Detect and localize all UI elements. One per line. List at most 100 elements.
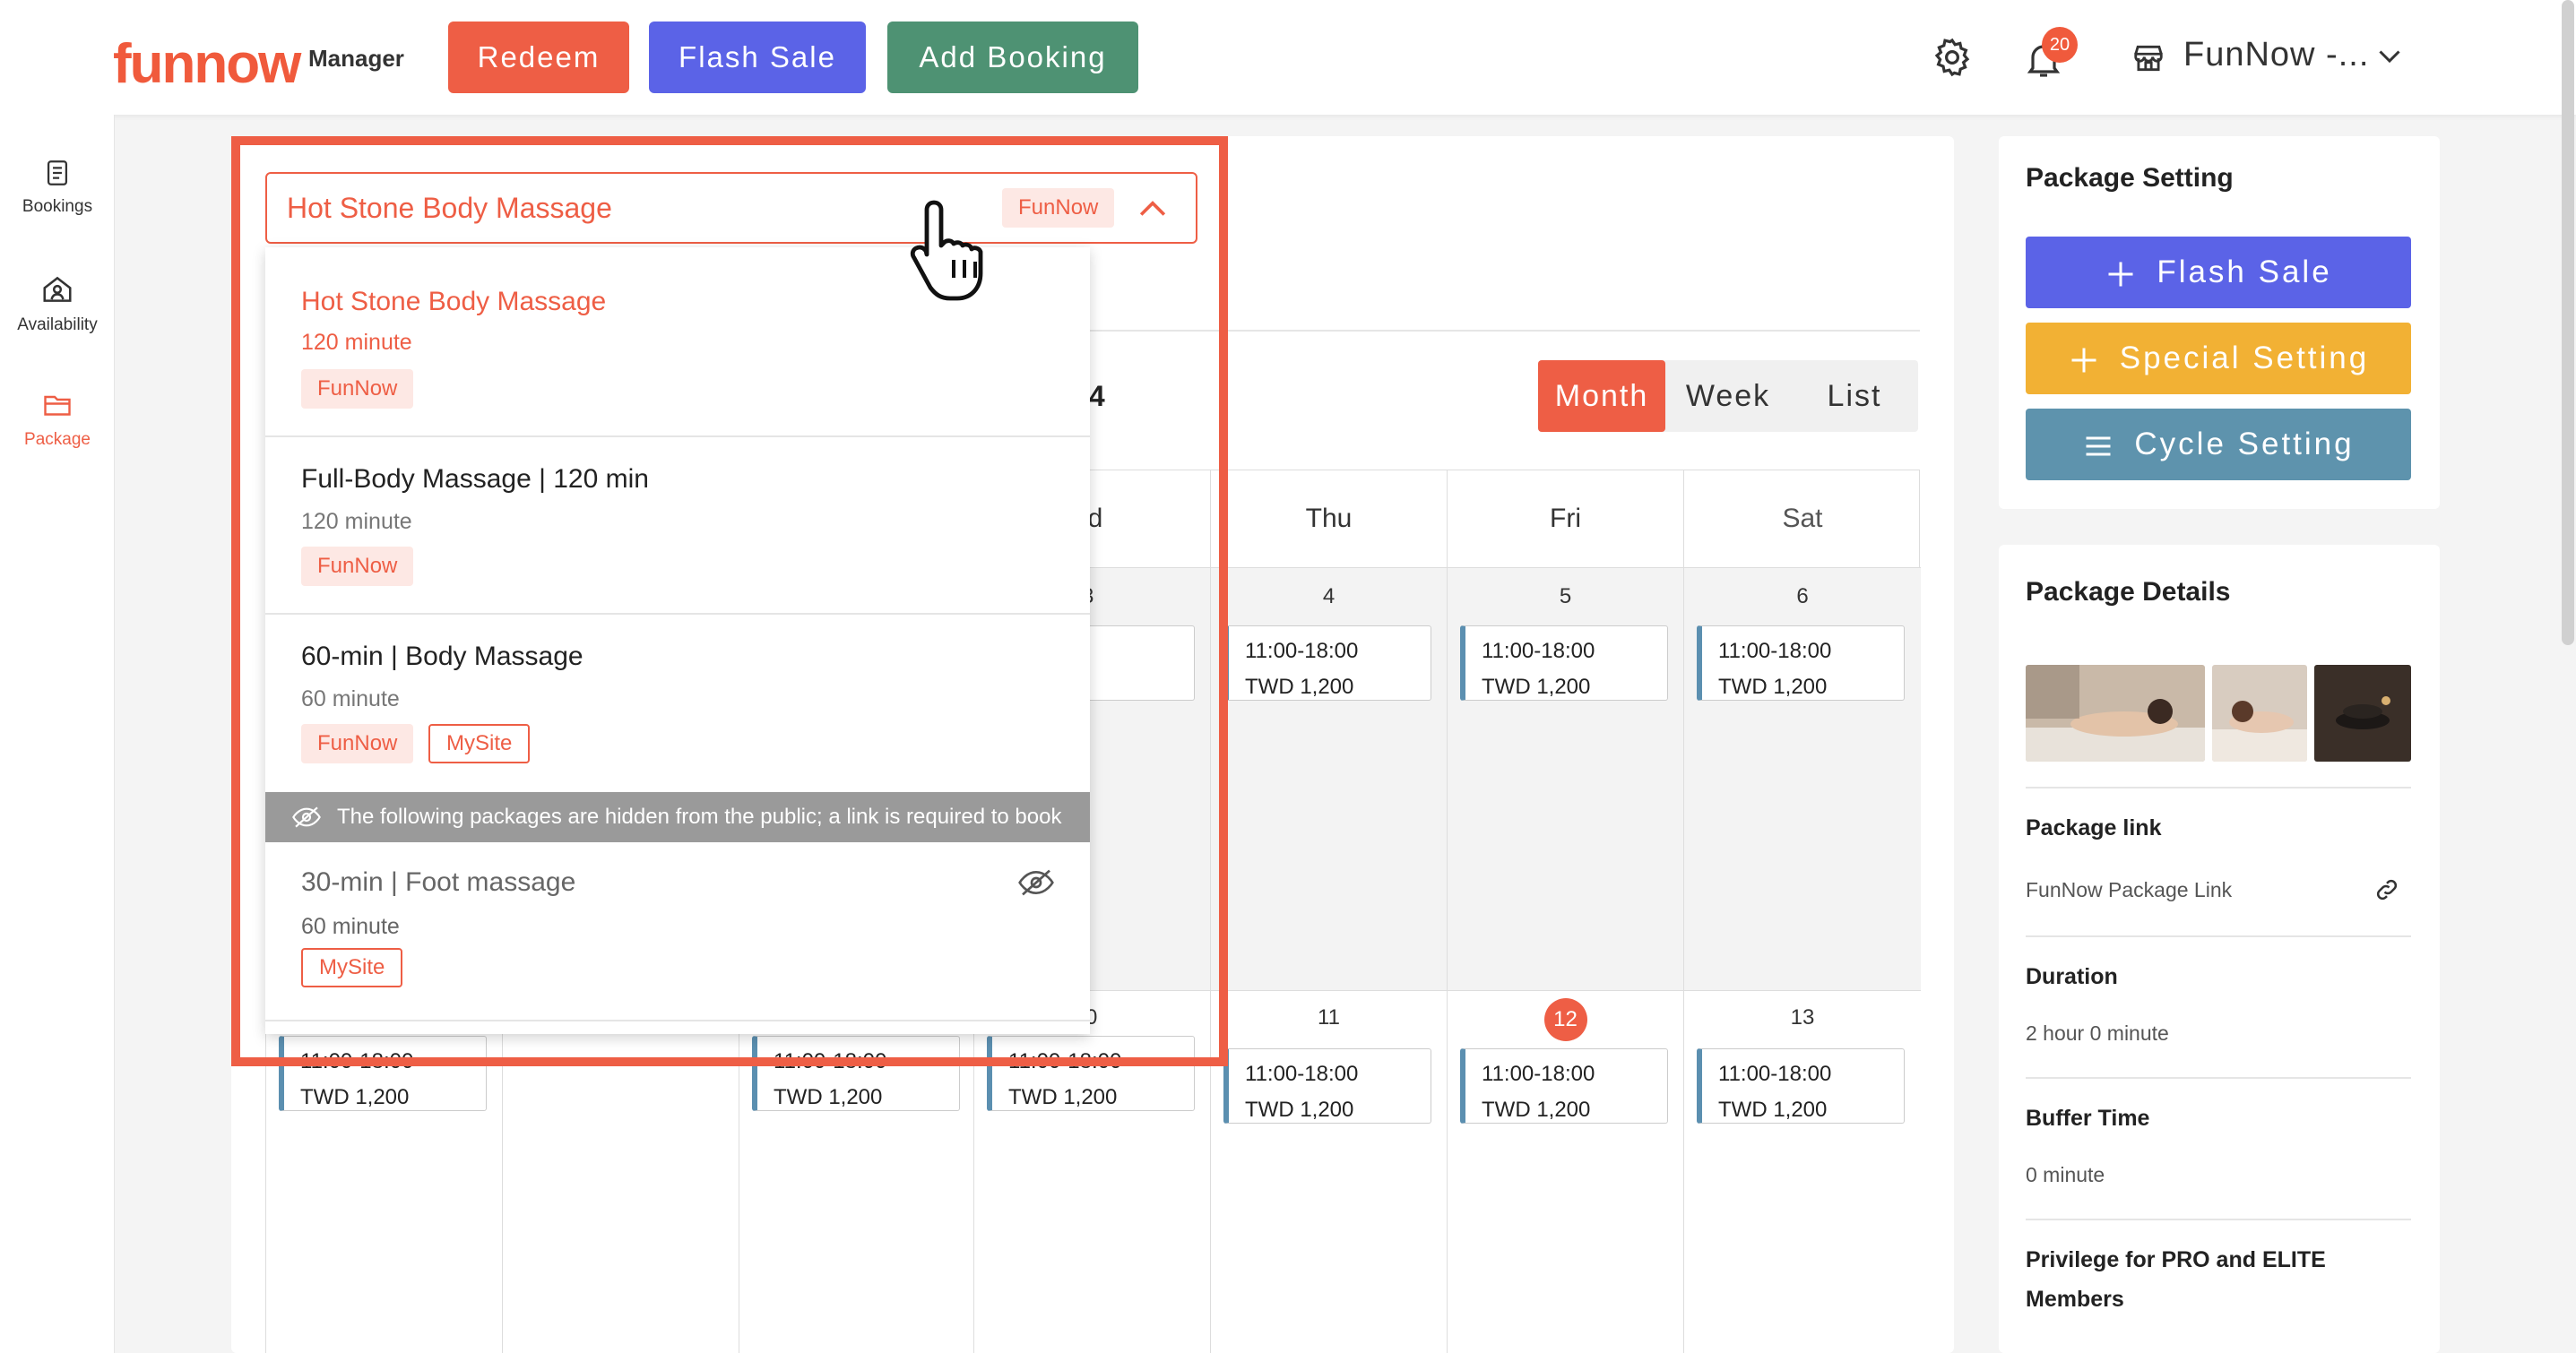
buffer-time-value: 0 minute [2026, 1163, 2105, 1186]
privilege-label: Privilege for PRO and ELITE [2026, 1247, 2326, 1272]
platform-tag-mysite: MySite [301, 948, 403, 987]
view-toggle: Month Week List [1538, 360, 1918, 432]
document-icon [47, 160, 68, 185]
calendar-day-cell[interactable]: 11 11:00-18:00 TWD 1,200 [1211, 990, 1448, 1353]
package-photo-massage[interactable] [2026, 665, 2205, 762]
package-option-name: Full-Body Massage | 120 min [301, 464, 649, 494]
time-slot[interactable]: 11:00-18:00 TWD 1,200 [1697, 1048, 1905, 1124]
link-icon[interactable] [2373, 876, 2400, 903]
hidden-notice-text: The following packages are hidden from t… [337, 805, 1062, 829]
slot-price: TWD 1,200 [1245, 675, 1354, 699]
calendar-day-cell[interactable]: 13 11:00-18:00 TWD 1,200 [1684, 990, 1921, 1353]
pointer-cursor-icon [910, 200, 983, 301]
slot-time: 11:00-18:00 [1245, 639, 1359, 663]
funnow-logo[interactable]: funnow [113, 32, 301, 96]
sidebar-item-availability[interactable]: Availability [0, 272, 115, 335]
package-option-duration: 60 minute [301, 686, 400, 711]
hidden-packages-notice: The following packages are hidden from t… [265, 792, 1090, 842]
redeem-button[interactable]: Redeem [448, 22, 629, 93]
divider [2026, 1077, 2411, 1079]
slot-price: TWD 1,200 [1008, 1085, 1118, 1109]
today-day-number: 12 [1543, 998, 1587, 1041]
page-scrollbar[interactable] [2562, 0, 2574, 645]
home-person-icon [43, 276, 72, 302]
package-setting-title: Package Setting [2026, 163, 2234, 193]
slot-price: TWD 1,200 [774, 1085, 883, 1109]
top-bar: funnow Manager Redeem Flash Sale Add Boo… [0, 0, 2576, 115]
slot-time: 11:00-18:00 [1482, 1062, 1595, 1086]
chevron-up-icon[interactable] [1133, 190, 1172, 229]
divider [2026, 1219, 2411, 1220]
slot-time: 11:00-18:00 [1245, 1062, 1359, 1086]
day-number: 5 [1559, 584, 1572, 608]
platform-tag: FunNow [301, 724, 414, 763]
view-month-button[interactable]: Month [1538, 360, 1665, 432]
special-setting-button[interactable]: Special Setting [2026, 323, 2411, 394]
package-dropdown-menu: Hot Stone Body Massage 120 minute FunNow… [265, 247, 1090, 1034]
package-option-hidden[interactable]: 30-min | Foot massage 60 minute MySite [265, 842, 1090, 1021]
sidebar-item-label: Bookings [22, 197, 93, 216]
package-photo-spa[interactable] [2212, 665, 2307, 762]
cycle-setting-button[interactable]: Cycle Setting [2026, 409, 2411, 480]
divider [2026, 787, 2411, 789]
eye-off-icon [292, 806, 321, 828]
calendar-day-cell[interactable]: 4 11:00-18:00 TWD 1,200 [1211, 567, 1448, 990]
slot-price: TWD 1,200 [1718, 1098, 1828, 1122]
package-details-panel: Package Details Package link FunNow Pack… [1999, 545, 2440, 1353]
sidebar-item-package[interactable]: Package [0, 389, 115, 450]
privilege-label-line2: Members [2026, 1287, 2124, 1312]
package-setting-panel: Package Setting Flash Sale Special Setti… [1999, 136, 2440, 509]
package-option[interactable]: 60-min | Body Massage 60 minute FunNow M… [265, 615, 1090, 792]
menu-icon [2086, 436, 2111, 456]
view-list-button[interactable]: List [1791, 360, 1918, 432]
package-details-title: Package Details [2026, 577, 2231, 607]
package-option[interactable]: Full-Body Massage | 120 min 120 minute F… [265, 437, 1090, 615]
slot-time: 11:00-18:00 [1718, 1062, 1832, 1086]
package-option-name: 60-min | Body Massage [301, 642, 583, 671]
duration-value: 2 hour 0 minute [2026, 1021, 2169, 1045]
sidebar-item-label: Availability [17, 315, 98, 334]
package-option-duration: 120 minute [301, 509, 412, 534]
calendar-day-cell[interactable]: 5 11:00-18:00 TWD 1,200 [1448, 567, 1684, 990]
selected-package-name: Hot Stone Body Massage [287, 192, 612, 224]
package-option-name: 30-min | Foot massage [301, 867, 576, 897]
slot-price: TWD 1,200 [1245, 1098, 1354, 1122]
folder-icon [44, 395, 71, 416]
day-number: 6 [1796, 584, 1809, 608]
package-photo-stones[interactable] [2314, 665, 2411, 762]
time-slot[interactable]: 11:00-18:00 TWD 1,200 [1460, 625, 1668, 701]
package-select[interactable]: Hot Stone Body Massage FunNow [265, 172, 1197, 244]
view-week-button[interactable]: Week [1665, 360, 1791, 432]
chevron-down-icon[interactable] [2373, 39, 2406, 72]
time-slot[interactable]: 11:00-18:00 TWD 1,200 [1460, 1048, 1668, 1124]
button-label: Cycle Setting [2134, 427, 2355, 461]
slot-price: TWD 1,200 [1482, 675, 1591, 699]
button-label: Flash Sale [2157, 254, 2332, 289]
sidebar: Bookings Availability Package [0, 115, 115, 1353]
calendar-header-fri: Fri [1448, 470, 1684, 567]
gear-icon[interactable] [1931, 36, 1974, 79]
store-name[interactable]: FunNow -... [2183, 36, 2369, 74]
plus-icon [2071, 348, 2096, 373]
sidebar-item-bookings[interactable]: Bookings [0, 158, 115, 217]
calendar-header-thu: Thu [1211, 470, 1448, 567]
package-flash-sale-button[interactable]: Flash Sale [2026, 237, 2411, 308]
time-slot[interactable]: 11:00-18:00 TWD 1,200 [1223, 625, 1431, 701]
package-link-label: Package link [2026, 815, 2162, 840]
eye-off-icon [1018, 869, 1054, 896]
slot-time: 11:00-18:00 [1718, 639, 1832, 663]
calendar-day-cell[interactable]: 6 11:00-18:00 TWD 1,200 [1684, 567, 1921, 990]
logo-subtitle: Manager [308, 45, 404, 72]
package-option-duration: 120 minute [301, 330, 412, 355]
day-number: 11 [1318, 1005, 1340, 1030]
add-booking-button[interactable]: Add Booking [887, 22, 1138, 93]
time-slot[interactable]: 11:00-18:00 TWD 1,200 [1223, 1048, 1431, 1124]
buffer-time-label: Buffer Time [2026, 1106, 2150, 1131]
calendar-day-cell-today[interactable]: 12 11:00-18:00 TWD 1,200 [1448, 990, 1684, 1353]
notification-badge: 20 [2042, 27, 2078, 63]
slot-time: 11:00-18:00 [1482, 639, 1595, 663]
flash-sale-button[interactable]: Flash Sale [649, 22, 866, 93]
time-slot[interactable]: 11:00-18:00 TWD 1,200 [1697, 625, 1905, 701]
divider [2026, 935, 2411, 937]
package-link-value[interactable]: FunNow Package Link [2026, 878, 2232, 902]
